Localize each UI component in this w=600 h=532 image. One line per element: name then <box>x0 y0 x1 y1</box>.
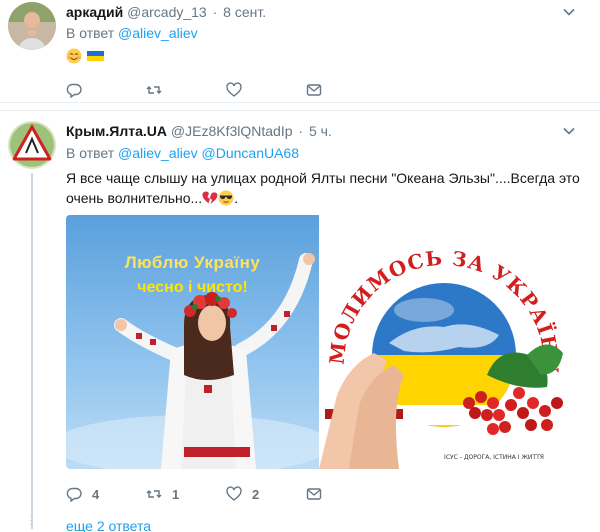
reply-icon <box>66 487 82 502</box>
media-grid: Люблю Україну чесно і чисто! МОЛИМОСЬ ЗА… <box>66 215 572 469</box>
dm-button[interactable] <box>306 486 386 502</box>
timestamp[interactable]: 8 сент. <box>223 4 266 20</box>
broken-heart-emoji <box>202 191 218 204</box>
user-handle[interactable]: @arcady_13 <box>127 4 207 20</box>
retweet-button[interactable] <box>146 82 226 98</box>
smiling-face-emoji <box>66 48 82 64</box>
tweet-text <box>66 46 586 66</box>
envelope-icon <box>306 84 322 96</box>
retweet-count: 1 <box>172 486 180 502</box>
reply-button[interactable]: 4 <box>66 486 146 502</box>
smiling-face-with-sunglasses-emoji <box>218 190 234 206</box>
tweet-actions: 4 1 2 <box>66 484 386 504</box>
heart-icon <box>226 82 242 97</box>
like-button[interactable] <box>226 82 306 98</box>
reply-label: В ответ <box>66 145 115 161</box>
thread-continuation-dots: · · · <box>29 511 33 530</box>
tweet-krym-yalta[interactable]: Крым.Ялта.UA @JEz8Kf3lQNtadIp · 5 ч. В о… <box>0 110 600 532</box>
tweet-header: аркадий @arcady_13 · 8 сент. <box>66 4 266 20</box>
show-more-replies-link[interactable]: еще 2 ответа <box>66 518 151 532</box>
envelope-icon <box>306 488 322 500</box>
image-footer-text: ІСУС - ДОРОГА, ІСТИНА І ЖИТТЯ <box>444 454 544 461</box>
tweet-text-body: Я все чаще слышу на улицах родной Ялты п… <box>66 170 580 206</box>
display-name[interactable]: аркадий <box>66 4 123 20</box>
woman-figure-illustration <box>66 253 319 469</box>
chevron-down-icon[interactable] <box>562 124 576 138</box>
reply-icon <box>66 83 82 98</box>
tweet-actions <box>66 80 386 100</box>
reply-mention-link[interactable]: @aliev_aliev <box>118 25 198 41</box>
retweet-icon <box>146 490 162 498</box>
reply-context: В ответ @aliev_aliev <box>66 25 198 41</box>
prayer-illustration: МОЛИМОСЬ ЗА УКРАЇНУ <box>319 246 572 469</box>
display-name[interactable]: Крым.Ялта.UA <box>66 123 167 139</box>
heart-icon <box>226 486 242 501</box>
dm-button[interactable] <box>306 82 386 98</box>
reply-mention-link[interactable]: @aliev_aliev <box>118 145 198 161</box>
separator-dot: · <box>298 123 304 139</box>
reply-context: В ответ @aliev_aliev @DuncanUA68 <box>66 145 299 161</box>
retweet-icon <box>146 86 162 94</box>
timestamp[interactable]: 5 ч. <box>309 123 332 139</box>
ukraine-flag-emoji <box>86 51 104 61</box>
tweet-text: Я все чаще слышу на улицах родной Ялты п… <box>66 168 586 208</box>
reply-count: 4 <box>92 486 100 502</box>
reply-mention-link[interactable]: @DuncanUA68 <box>202 145 300 161</box>
separator-dot: · <box>212 4 218 20</box>
media-image-1[interactable]: Люблю Україну чесно і чисто! <box>66 215 319 469</box>
reply-button[interactable] <box>66 82 146 98</box>
thread-line <box>31 173 33 529</box>
like-count: 2 <box>252 486 260 502</box>
like-button[interactable]: 2 <box>226 486 306 502</box>
media-image-2[interactable]: МОЛИМОСЬ ЗА УКРАЇНУ <box>319 215 572 469</box>
tweet-text-tail: . <box>234 190 239 206</box>
tweet-arcady[interactable]: аркадий @arcady_13 · 8 сент. В ответ @al… <box>0 0 600 103</box>
reply-label: В ответ <box>66 25 115 41</box>
retweet-button[interactable]: 1 <box>146 486 226 502</box>
chevron-down-icon[interactable] <box>562 5 576 19</box>
avatar[interactable] <box>8 121 56 169</box>
tweet-header: Крым.Ялта.UA @JEz8Kf3lQNtadIp · 5 ч. <box>66 123 332 139</box>
user-handle[interactable]: @JEz8Kf3lQNtadIp <box>171 123 293 139</box>
avatar[interactable] <box>8 2 56 50</box>
